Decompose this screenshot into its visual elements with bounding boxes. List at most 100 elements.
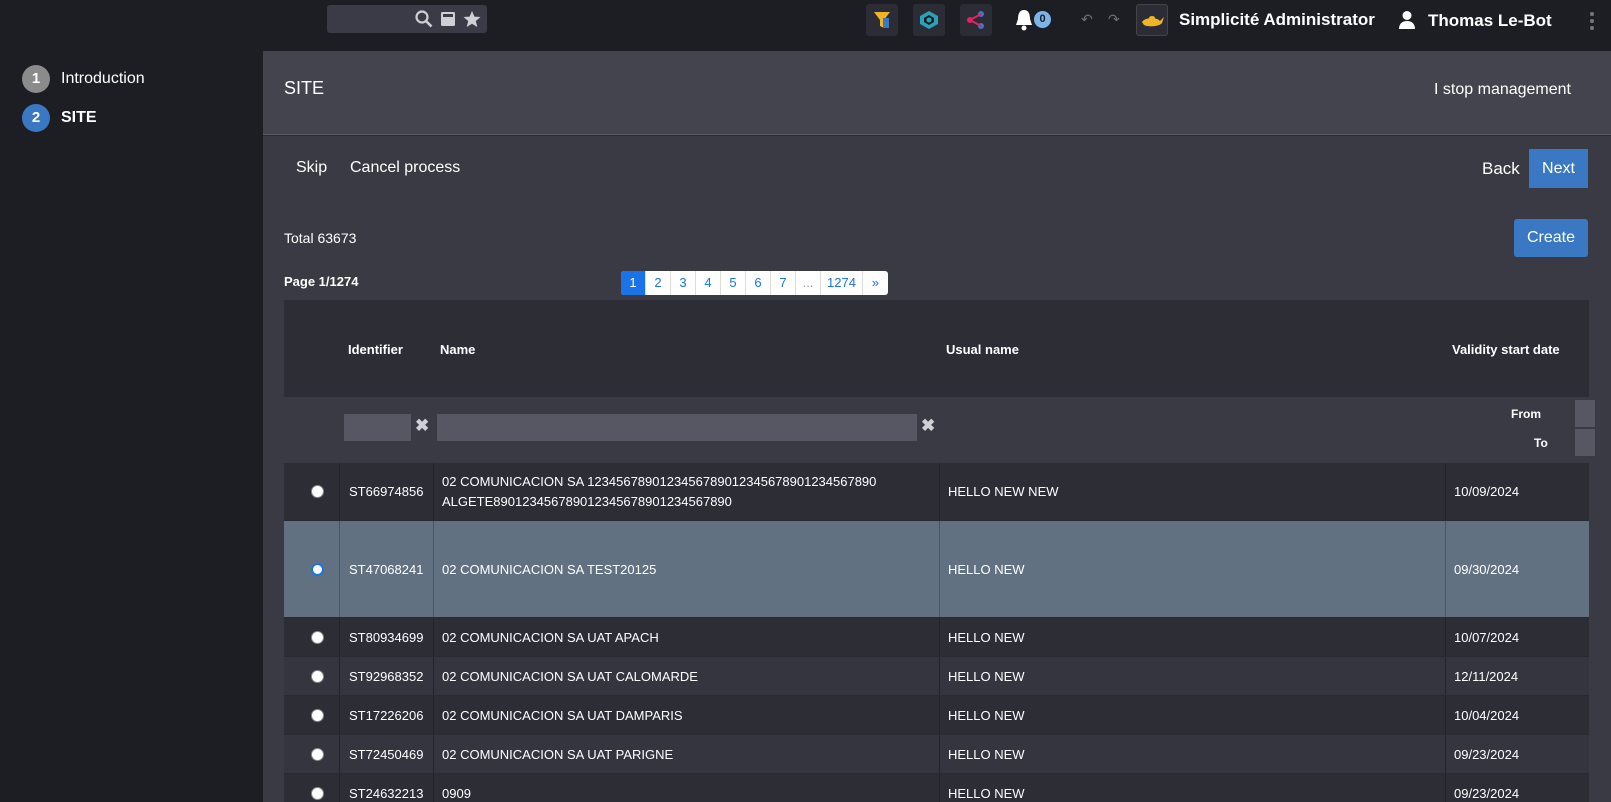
page-ellipsis: ... (796, 271, 821, 295)
row-radio[interactable] (311, 563, 324, 576)
share-icon (967, 11, 984, 29)
cell-usual-name: HELLO NEW (948, 562, 1025, 577)
step-number: 1 (22, 65, 50, 93)
funnel-icon (874, 12, 890, 28)
table-row[interactable]: ST17226206 02 COMUNICACION SA UAT DAMPAR… (284, 696, 1589, 735)
page-link[interactable]: 1274 (821, 271, 863, 295)
row-radio[interactable] (311, 631, 324, 644)
cell-usual-name: HELLO NEW NEW (948, 484, 1059, 499)
cell-name: 02 COMUNICACION SA UAT PARIGNE (442, 747, 674, 762)
cell-usual-name: HELLO NEW (948, 786, 1025, 801)
table-row[interactable]: ST72450469 02 COMUNICACION SA UAT PARIGN… (284, 735, 1589, 774)
column-header-identifier[interactable]: Identifier (348, 342, 403, 357)
row-radio[interactable] (311, 485, 324, 498)
cell-validity-start-date: 09/23/2024 (1454, 786, 1520, 801)
back-button[interactable]: Back (1482, 159, 1520, 179)
cell-name: 02 COMUNICACION SA UAT DAMPARIS (442, 708, 683, 723)
user-icon[interactable] (1398, 10, 1416, 30)
name-filter-input[interactable] (437, 414, 917, 441)
cell-validity-start-date: 10/04/2024 (1454, 708, 1520, 723)
page-title: SITE (284, 78, 325, 98)
cell-identifier: ST17226206 (349, 708, 424, 723)
star-icon[interactable] (463, 10, 481, 28)
redo-icon[interactable]: ↷ (1108, 11, 1120, 28)
page-link[interactable]: 7 (771, 271, 796, 295)
row-radio[interactable] (311, 748, 324, 761)
cell-name: 02 COMUNICACION SA 123456789012345678901… (442, 474, 877, 509)
filter-funnel-button[interactable] (866, 4, 898, 36)
step-number: 2 (22, 104, 50, 132)
cell-name: 02 COMUNICACION SA UAT CALOMARDE (442, 669, 698, 684)
app-logo (1136, 4, 1168, 36)
user-name[interactable]: Thomas Le-Bot (1428, 11, 1552, 31)
search-icon[interactable] (415, 10, 433, 28)
share-button[interactable] (960, 4, 992, 36)
cell-usual-name: HELLO NEW (948, 669, 1025, 684)
page-link[interactable]: 2 (646, 271, 671, 295)
date-to-input[interactable] (1575, 429, 1595, 456)
row-radio[interactable] (311, 787, 324, 800)
page-link[interactable]: 3 (671, 271, 696, 295)
search-input[interactable] (327, 5, 487, 33)
cell-validity-start-date: 10/09/2024 (1454, 484, 1520, 499)
row-radio[interactable] (311, 709, 324, 722)
cell-usual-name: HELLO NEW (948, 630, 1025, 645)
date-to-label: To (1534, 436, 1548, 450)
table-header: Identifier Name Usual name Validity star… (284, 300, 1589, 397)
cell-validity-start-date: 09/23/2024 (1454, 747, 1520, 762)
cell-name: 02 COMUNICACION SA UAT APACH (442, 630, 659, 645)
modules-button[interactable] (913, 4, 945, 36)
table-row[interactable]: ST66974856 02 COMUNICACION SA 1234567890… (284, 463, 1589, 521)
page-link[interactable]: 5 (721, 271, 746, 295)
cell-validity-start-date: 10/07/2024 (1454, 630, 1520, 645)
column-header-validity-start-date[interactable]: Validity start date (1452, 342, 1560, 357)
table-row[interactable]: ST92968352 02 COMUNICACION SA UAT CALOMA… (284, 657, 1589, 696)
column-header-name[interactable]: Name (440, 342, 475, 357)
calculator-icon[interactable] (439, 10, 457, 28)
page-link[interactable]: 6 (746, 271, 771, 295)
filter-row: ✖ ✖ From To (284, 397, 1595, 463)
step-label: SITE (61, 109, 97, 126)
cell-identifier: ST80934699 (349, 630, 424, 645)
identifier-filter-input[interactable] (344, 414, 411, 441)
date-from-input[interactable] (1575, 400, 1595, 427)
clear-icon[interactable]: ✖ (415, 416, 429, 436)
table-row-selected[interactable]: ST47068241 02 COMUNICACION SA TEST20125 … (284, 521, 1589, 618)
date-from-label: From (1511, 407, 1541, 421)
column-header-usual-name[interactable]: Usual name (946, 342, 1019, 357)
main-panel: SITE I stop management Skip Cancel proce… (263, 51, 1611, 802)
cube-icon (920, 11, 938, 29)
cell-validity-start-date: 12/11/2024 (1454, 669, 1519, 684)
cell-name: 02 COMUNICACION SA TEST20125 (442, 562, 657, 577)
skip-button[interactable]: Skip (296, 159, 327, 177)
bell-icon[interactable] (1014, 9, 1034, 31)
cell-usual-name: HELLO NEW (948, 747, 1025, 762)
next-page-link[interactable]: » (863, 271, 888, 295)
create-button[interactable]: Create (1514, 219, 1588, 257)
more-menu-icon[interactable] (1590, 12, 1594, 30)
data-table: Identifier Name Usual name Validity star… (284, 300, 1595, 802)
undo-icon[interactable]: ↶ (1081, 11, 1093, 28)
cell-identifier: ST92968352 (349, 669, 424, 684)
page-link[interactable]: 1 (621, 271, 646, 295)
cell-identifier: ST47068241 (349, 562, 424, 577)
cancel-process-button[interactable]: Cancel process (350, 159, 460, 177)
genie-lamp-icon (1142, 16, 1164, 27)
cell-usual-name: HELLO NEW (948, 708, 1025, 723)
cell-name: 0909 (442, 786, 471, 801)
cell-identifier: ST66974856 (349, 484, 424, 499)
app-name: Simplicité Administrator (1179, 10, 1375, 29)
top-bar: 0 ↶ ↷ Simplicité Administrator Thomas Le… (0, 0, 1611, 40)
table-row[interactable]: ST24632213 0909 HELLO NEW 09/23/2024 (284, 774, 1589, 802)
page-header: SITE I stop management (263, 51, 1611, 135)
cell-identifier: ST72450469 (349, 747, 424, 762)
pagination: 1 2 3 4 5 6 7 ... 1274 » (621, 271, 888, 295)
table-row[interactable]: ST80934699 02 COMUNICACION SA UAT APACH … (284, 618, 1589, 657)
stop-management-link[interactable]: I stop management (1434, 81, 1571, 99)
next-button[interactable]: Next (1529, 149, 1588, 188)
content-area: Skip Cancel process Back Next Total 6367… (263, 136, 1611, 802)
page-link[interactable]: 4 (696, 271, 721, 295)
row-radio[interactable] (311, 670, 324, 683)
page-info: Page 1/1274 (284, 274, 359, 289)
clear-icon[interactable]: ✖ (921, 416, 935, 436)
